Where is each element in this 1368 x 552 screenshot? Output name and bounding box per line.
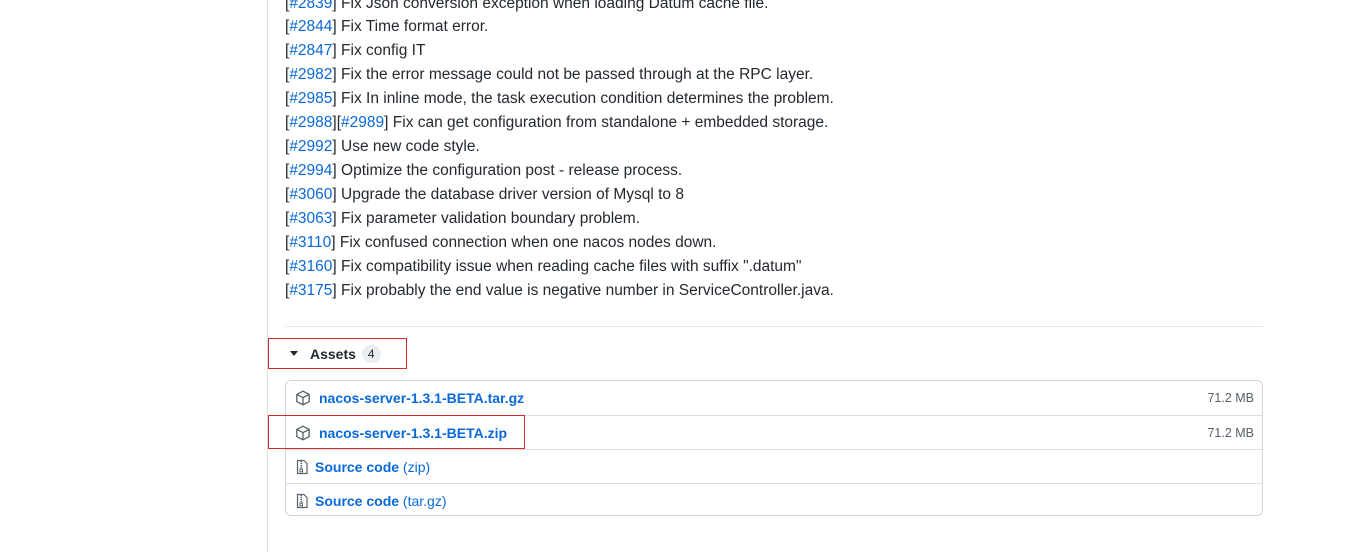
issue-link[interactable]: #3060 bbox=[289, 186, 332, 203]
package-icon bbox=[296, 390, 310, 406]
release-note-item: [#3160] Fix compatibility issue when rea… bbox=[285, 258, 802, 275]
release-note-item: [#2847] Fix config IT bbox=[285, 42, 426, 59]
asset-size: 71.2 MB bbox=[1207, 391, 1254, 405]
issue-link[interactable]: #2992 bbox=[289, 138, 332, 155]
release-note-item: [#2839] Fix Json conversion exception wh… bbox=[285, 0, 768, 14]
file-zip-icon bbox=[296, 459, 308, 474]
release-note-item: [#3175] Fix probably the end value is ne… bbox=[285, 282, 834, 299]
issue-link[interactable]: #3063 bbox=[289, 210, 332, 227]
file-zip-icon bbox=[296, 493, 308, 508]
release-note-item: [#2844] Fix Time format error. bbox=[285, 18, 489, 35]
highlight-box bbox=[268, 415, 525, 449]
asset-download-link[interactable]: nacos-server-1.3.1-BETA.tar.gz bbox=[319, 390, 524, 406]
source-code-zip-link[interactable]: Source code (zip) bbox=[315, 459, 430, 475]
issue-link[interactable]: #2982 bbox=[289, 66, 332, 83]
issue-link[interactable]: #3175 bbox=[289, 282, 332, 299]
asset-row: nacos-server-1.3.1-BETA.tar.gz 71.2 MB bbox=[286, 381, 1262, 415]
source-code-targz-link[interactable]: Source code (tar.gz) bbox=[315, 493, 447, 509]
issue-link[interactable]: #2847 bbox=[289, 42, 332, 59]
issue-link[interactable]: #3110 bbox=[289, 234, 331, 251]
issue-link[interactable]: #2985 bbox=[289, 90, 332, 107]
asset-row: Source code (tar.gz) bbox=[286, 483, 1262, 515]
issue-link[interactable]: #3160 bbox=[289, 258, 332, 275]
caret-down-icon bbox=[290, 351, 298, 356]
release-note-item: [#2994] Optimize the configuration post … bbox=[285, 162, 683, 179]
release-note-item: [#3110] Fix confused connection when one… bbox=[285, 234, 717, 251]
left-divider bbox=[267, 0, 268, 552]
issue-link[interactable]: #2989 bbox=[341, 114, 384, 131]
release-note-item: [#3060] Upgrade the database driver vers… bbox=[285, 186, 684, 203]
asset-row: Source code (zip) bbox=[286, 449, 1262, 483]
issue-link[interactable]: #2988 bbox=[289, 114, 332, 131]
release-note-item: [#2988][#2989] Fix can get configuration… bbox=[285, 114, 829, 131]
section-divider bbox=[285, 326, 1263, 327]
assets-toggle[interactable]: Assets 4 bbox=[268, 338, 407, 369]
assets-title: Assets bbox=[310, 345, 356, 362]
issue-link[interactable]: #2839 bbox=[289, 0, 332, 12]
assets-count-badge: 4 bbox=[361, 344, 381, 363]
release-note-item: [#3063] Fix parameter validation boundar… bbox=[285, 210, 641, 227]
issue-link[interactable]: #2844 bbox=[289, 18, 332, 35]
issue-link[interactable]: #2994 bbox=[289, 162, 332, 179]
asset-size: 71.2 MB bbox=[1207, 425, 1254, 440]
release-note-item: [#2985] Fix In inline mode, the task exe… bbox=[285, 90, 834, 107]
release-note-item: [#2992] Use new code style. bbox=[285, 138, 480, 155]
release-note-item: [#2982] Fix the error message could not … bbox=[285, 66, 814, 83]
